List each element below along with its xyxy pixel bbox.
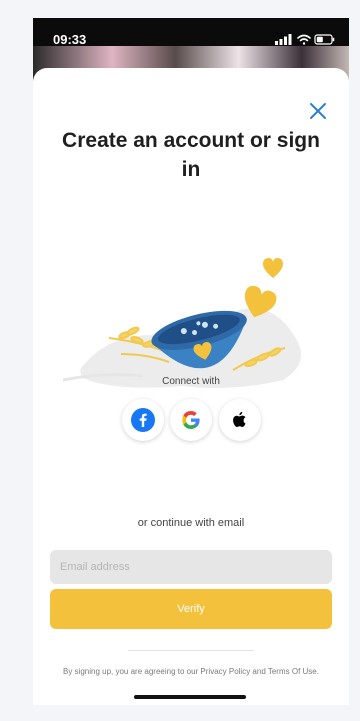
verify-button[interactable]: Verify	[50, 589, 332, 629]
google-icon	[182, 411, 200, 429]
facebook-icon	[131, 408, 155, 432]
page-title: Create an account or sign in	[62, 129, 320, 181]
home-indicator	[134, 695, 246, 699]
divider	[128, 650, 254, 651]
wifi-icon	[297, 34, 311, 45]
apple-button[interactable]	[219, 399, 261, 441]
sign-in-sheet: Create an account or sign in Connect wit…	[33, 68, 349, 705]
apple-icon	[233, 411, 246, 427]
battery-icon	[314, 34, 335, 45]
phone-screen: 09:33 Create an account or sign in Conne…	[33, 18, 349, 705]
close-icon	[310, 103, 326, 119]
status-time: 09:33	[53, 32, 87, 47]
email-divider-label: or continue with email	[137, 517, 245, 529]
google-button[interactable]	[170, 399, 212, 441]
email-field[interactable]	[50, 550, 332, 584]
facebook-button[interactable]	[122, 399, 164, 441]
connect-with-label: Connect with	[162, 376, 220, 387]
heart-small	[263, 258, 283, 278]
close-button[interactable]	[307, 100, 329, 122]
bowl-illustration	[63, 258, 301, 388]
signal-icon	[275, 34, 292, 45]
status-icons	[275, 34, 335, 45]
terms-text: By signing up, you are agreeing to our P…	[63, 667, 319, 676]
